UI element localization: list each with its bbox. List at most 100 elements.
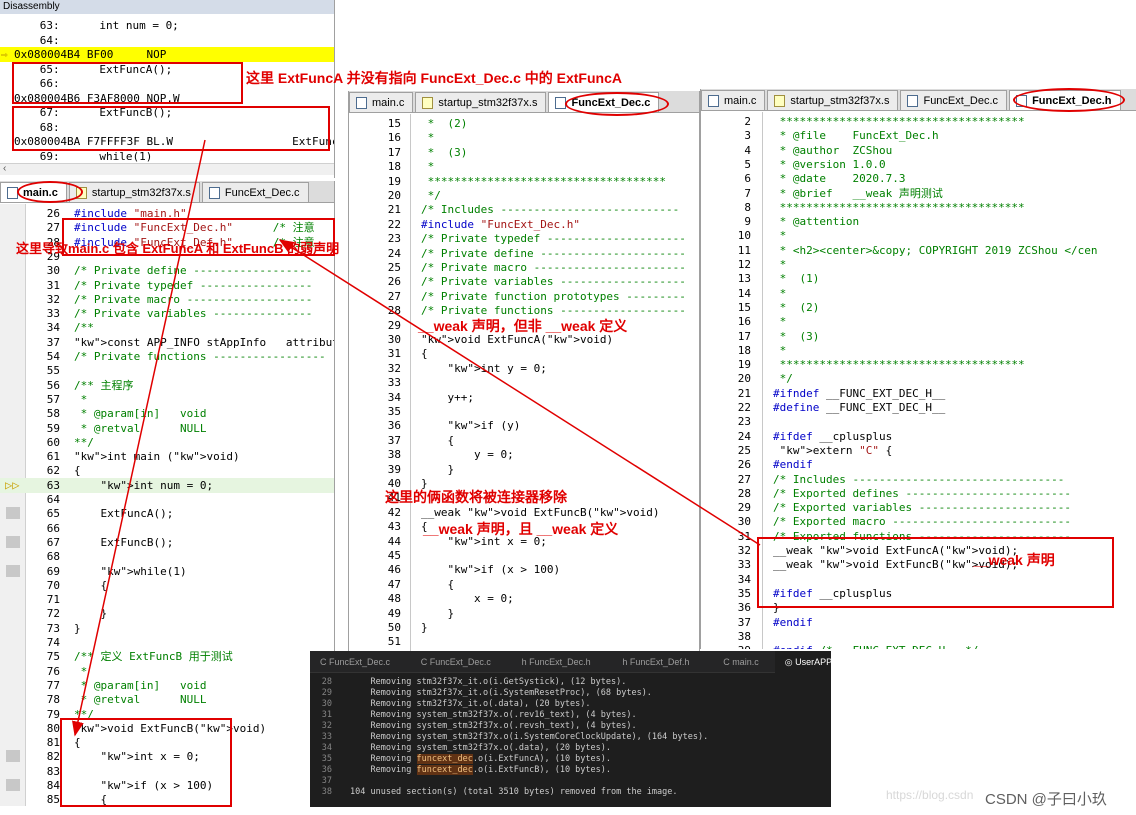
code-line: 42 __weak "kw">void ExtFuncB("kw">void) [387,505,660,519]
file-icon [774,95,786,107]
code-line: 46 "kw">if (x > 100) [387,563,561,577]
file-icon [208,187,220,199]
map-tab-2[interactable]: h FuncExt_Dec.h [512,651,601,673]
annotation-extfunca: 这里 ExtFuncA 并没有指向 FuncExt_Dec.c 中的 ExtFu… [246,70,622,86]
code-line: 21 #ifndef __FUNC_EXT_DEC_H__ [737,386,946,400]
annotation-removed-by-linker: 这里的俩函数将被连接器移除 [385,489,567,505]
code-line: 28/* Exported defines ------------------… [737,486,1072,500]
map-line: 30 Removing stm32f37x_it.o(.data), (20 b… [321,699,591,709]
mid-tab-0[interactable]: main.c [349,92,414,112]
mid-tab-1[interactable]: startup_stm32f37x.s [415,92,547,112]
disassembly-scrollbar[interactable]: ‹ [0,163,334,175]
code-line: 75/** 定义 ExtFuncB 用于测试 [46,650,233,664]
annotation-weak-and-def: __weak 声明，且 __weak 定义 [423,521,619,537]
code-line: 17 * (3) [737,329,820,343]
box-weak-decl [757,537,1114,608]
code-line: 10 * [737,229,787,243]
code-line: 55 [46,364,60,378]
code-line: 72 } [46,607,108,621]
code-line: 17 * (3) [387,145,468,159]
code-line: 66 [46,521,60,535]
mid-code: 15 * (2) 16 * 17 * (3) 18 * 19 *************… [349,116,699,651]
right-tab-1[interactable]: startup_stm32f37x.s [767,90,899,110]
left-tab-1[interactable]: startup_stm32f37x.s [68,182,200,202]
right-tab-2[interactable]: FuncExt_Dec.c [900,90,1008,110]
mid-editor: main.c startup_stm32f37x.s FuncExt_Dec.c 1… [348,91,700,651]
code-line: 18 * [387,160,435,174]
tab-label: main.c [372,97,405,109]
map-tab-3[interactable]: h FuncExt_Def.h [612,651,699,673]
code-line: 9 * @attention [744,215,860,229]
code-line: 7 * @brief __weak 声明测试 [744,186,943,200]
tab-label: startup_stm32f37x.s [790,95,890,107]
code-line: 26 #endif [737,458,813,472]
left-editor: main.c startup_stm32f37x.s FuncExt_Dec.c 2… [0,181,335,806]
code-line: 27/* Private function prototypes -------… [387,289,686,303]
code-line: 22 #define __FUNC_EXT_DEC_H__ [737,401,946,414]
code-line: 61 "kw">int main ("kw">void) [46,450,240,464]
code-line: 14 * [737,286,787,300]
code-line: 3 * @file FuncExt_Dec.h [744,129,939,143]
tab-label: FuncExt_Dec.c [923,95,999,107]
map-line: 31 Removing system_stm32f37x.o(.rev16_te… [321,710,637,720]
box-extfunca-call [12,62,243,104]
code-line: 56/** 主程序 [46,378,134,392]
code-line: 78 * @retval NULL [46,693,207,707]
code-line: 6 * @date 2020.7.3 [744,172,906,186]
code-line: 30/* Exported macro --------------------… [737,515,1072,529]
code-line: 37 { [387,433,455,447]
code-line: 24/* Private define --------------------… [387,246,686,260]
map-tab-4[interactable]: C main.c [713,651,769,673]
code-line: 47 { [387,577,455,591]
breakpoint-slot[interactable] [6,507,20,520]
code-line: 30/* Private define ------------------ [46,264,313,278]
map-line: 32 Removing system_stm32f37x.o(.revsh_te… [321,721,637,731]
code-line: 2 ************************************* [744,115,1025,128]
code-line: 8 ************************************* [744,200,1025,214]
breakpoint-slot[interactable] [6,535,20,548]
file-icon [422,97,434,109]
map-tabbar: C FuncExt_Dec.c C FuncExt_Dec.c h FuncExt_… [310,651,831,673]
code-line: 35 [387,405,401,418]
code-line: 19 ************************************ [387,174,667,188]
code-line: 11 * <h2><center>&copy; COPYRIGHT 2019 Z… [737,243,1098,257]
code-line: 49 } [387,606,455,620]
map-tab-0[interactable]: C FuncExt_Dec.c [310,651,400,673]
map-line: 35 Removing funcext_dec.o(i.ExtFuncA), (… [321,754,611,764]
watermark-faint: https://blog.csdn [886,788,974,802]
code-line: 39#endif /* __FUNC_EXT_DEC_H__ */ [701,643,1136,649]
code-line: 23/* Private typedef -------------------… [387,232,686,246]
map-line: 38 104 unused section(s) (total 3510 byte… [321,787,678,797]
code-line: 57 * [46,392,88,406]
code-line: 48 x = 0; [387,592,514,606]
oval-mid-dec-tab [565,92,669,116]
code-line: 74 [46,636,60,649]
breakpoint-slot[interactable] [6,779,20,791]
breakpoint-slot[interactable] [6,750,20,763]
code-line: 39 } [387,462,455,476]
code-line: 33/* Private variables --------------- [46,307,313,321]
map-line: 29 Removing stm32f37x_it.o(i.SystemReset… [321,688,652,698]
oval-right-dech-tab [1013,88,1125,112]
map-tab-5[interactable]: ◎ UserAPP.map × [774,651,831,673]
code-line: 19 ************************************* [737,358,1025,372]
code-line: 68 [46,550,60,564]
code-line: 29/* Exported variables ----------------… [737,501,1072,515]
map-tab-1[interactable]: C FuncExt_Dec.c [411,651,501,673]
map-line: 37 [321,776,332,786]
oval-left-main-tab [17,181,83,203]
map-code: 28 Removing stm32f37x_it.o(i.GetSystick)… [310,677,831,807]
breakpoint-slot[interactable] [6,564,20,577]
right-tab-0[interactable]: main.c [701,90,766,110]
code-line: 15 * (2) [737,300,820,314]
tab-label: main.c [724,95,757,107]
left-tab-2[interactable]: FuncExt_Dec.c [201,182,309,202]
map-line: 34 Removing system_stm32f37x.o(.data), (… [321,743,611,753]
code-line: 38 [737,629,751,643]
code-line: 63 "kw">int num = 0; [0,477,334,493]
code-line: 60 **/ [46,435,94,449]
code-line: 65 ExtFuncA(); [46,507,174,521]
code-line: 34 y++; [387,390,474,404]
code-line: 34/** [46,321,94,335]
code-line: 31/* Private typedef ----------------- [46,278,313,292]
